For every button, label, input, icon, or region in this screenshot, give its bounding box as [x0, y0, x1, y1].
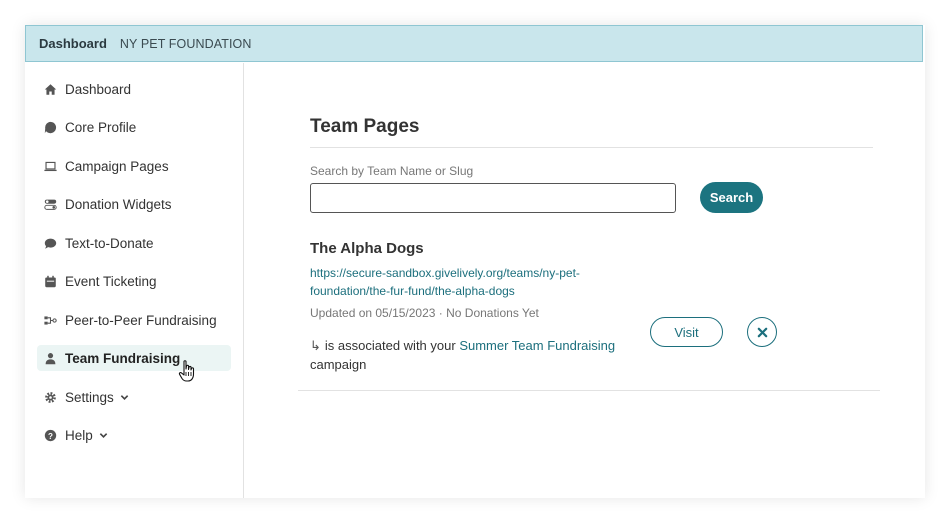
svg-text:?: ? — [48, 431, 53, 440]
sidebar-item-campaign-pages[interactable]: Campaign Pages — [37, 153, 231, 179]
gear-icon — [44, 391, 57, 404]
sidebar-item-label: Core Profile — [65, 119, 137, 135]
team-meta: Updated on 05/15/2023 · No Donations Yet — [310, 306, 539, 320]
peer-to-peer-icon — [44, 314, 57, 327]
divider — [298, 390, 880, 391]
page-title: Team Pages — [310, 116, 420, 137]
divider — [310, 147, 873, 148]
search-input[interactable] — [310, 183, 676, 213]
chevron-down-icon — [120, 393, 129, 402]
team-url-line: https://secure-sandbox.givelively.org/te… — [310, 266, 580, 280]
sidebar-item-label: Team Fundraising — [65, 350, 181, 366]
sidebar-item-label: Event Ticketing — [65, 273, 157, 289]
sidebar-item-peer-to-peer-fundraising[interactable]: Peer-to-Peer Fundraising — [37, 307, 231, 333]
help-circle-icon: ? — [44, 429, 57, 442]
person-icon — [44, 352, 57, 365]
search-label: Search by Team Name or Slug — [310, 164, 474, 178]
sidebar-item-text-to-donate[interactable]: Text-to-Donate — [37, 230, 231, 256]
close-icon — [757, 327, 768, 338]
main-content: Team Pages Search by Team Name or Slug S… — [245, 63, 925, 498]
team-name: The Alpha Dogs — [310, 240, 424, 257]
sidebar-item-dashboard[interactable]: Dashboard — [37, 76, 231, 102]
laptop-icon — [44, 160, 57, 173]
profile-shape-icon — [44, 121, 57, 134]
sidebar-item-team-fundraising[interactable]: Team Fundraising — [37, 345, 231, 371]
app-window: Dashboard NY PET FOUNDATION Dashboard Co… — [25, 25, 925, 498]
sidebar-item-label: Text-to-Donate — [65, 235, 154, 251]
sidebar-item-label: Peer-to-Peer Fundraising — [65, 312, 217, 328]
sidebar-item-help[interactable]: ? Help — [37, 422, 231, 448]
campaign-link[interactable]: Summer Team Fundraising — [459, 338, 615, 353]
sidebar-item-label: Campaign Pages — [65, 158, 169, 174]
sidebar-item-settings[interactable]: Settings — [37, 384, 231, 410]
calendar-icon — [44, 275, 57, 288]
return-arrow-icon: ↳ — [310, 338, 321, 353]
association-text: is associated with your — [324, 338, 456, 353]
search-button[interactable]: Search — [700, 182, 763, 213]
sidebar-item-label: Dashboard — [65, 81, 132, 97]
sidebar-item-label: Settings — [65, 389, 114, 405]
chat-bubble-icon — [44, 237, 57, 250]
visit-button[interactable]: Visit — [650, 317, 723, 347]
top-bar: Dashboard NY PET FOUNDATION — [25, 25, 923, 62]
remove-team-button[interactable] — [747, 317, 777, 347]
sidebar-nav: Dashboard Core Profile Campaign Pages Do… — [25, 63, 244, 498]
sidebar-item-label: Help — [65, 427, 93, 443]
chevron-down-icon — [99, 431, 108, 440]
team-association: ↳ is associated with your Summer Team Fun… — [310, 336, 640, 374]
sidebar-item-label: Donation Widgets — [65, 196, 172, 212]
hand-pointer-cursor-icon — [178, 360, 195, 382]
team-url-line: foundation/the-fur-fund/the-alpha-dogs — [310, 284, 515, 298]
dashboard-brand-link[interactable]: Dashboard — [39, 36, 107, 51]
organization-name: NY PET FOUNDATION — [119, 36, 252, 51]
toggles-icon — [44, 198, 57, 211]
sidebar-item-event-ticketing[interactable]: Event Ticketing — [37, 268, 231, 294]
sidebar-item-donation-widgets[interactable]: Donation Widgets — [37, 191, 231, 217]
association-suffix: campaign — [310, 357, 367, 372]
sidebar-item-core-profile[interactable]: Core Profile — [37, 114, 231, 140]
team-url-link[interactable]: https://secure-sandbox.givelively.org/te… — [310, 264, 610, 300]
home-icon — [44, 83, 57, 96]
